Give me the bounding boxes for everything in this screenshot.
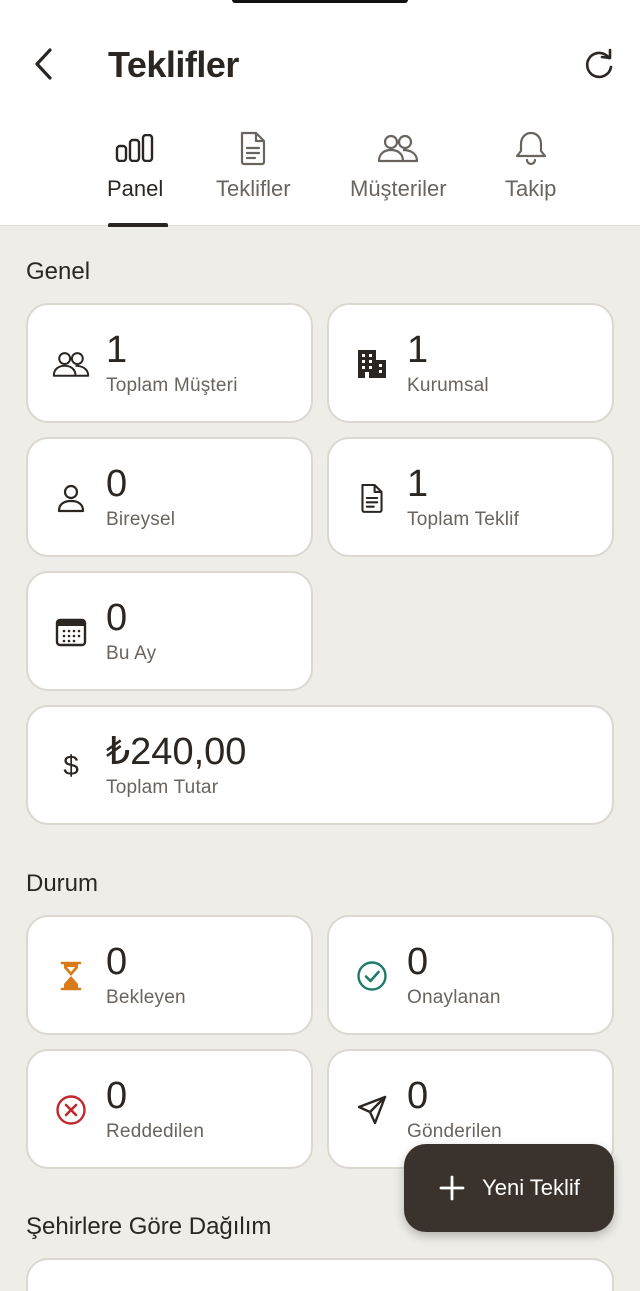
tab-takip[interactable]: Takip bbox=[505, 128, 556, 202]
document-icon bbox=[231, 128, 275, 168]
stat-value: 1 bbox=[106, 329, 128, 371]
stat-label: Onaylanan bbox=[407, 987, 501, 1008]
stat-card-bireysel[interactable]: 0 Bireysel bbox=[26, 437, 313, 557]
tab-teklifler-label: Teklifler bbox=[216, 176, 291, 201]
calendar-icon bbox=[50, 611, 92, 653]
bar-chart-icon bbox=[113, 128, 157, 168]
tab-panel-label: Panel bbox=[107, 176, 164, 201]
status-card-reddedilen[interactable]: 0 Reddedilen bbox=[26, 1049, 313, 1169]
tab-bar: Panel Teklifler Müşteriler Takip bbox=[0, 128, 640, 227]
section-title-genel: Genel bbox=[26, 258, 91, 285]
stat-label: Reddedilen bbox=[106, 1121, 205, 1142]
bell-icon bbox=[509, 128, 553, 168]
status-card-bekleyen[interactable]: 0 Bekleyen bbox=[26, 915, 313, 1035]
stat-value: ₺240,00 bbox=[106, 731, 247, 773]
new-offer-label: Yeni Teklif bbox=[482, 1175, 580, 1200]
stat-value: 0 bbox=[407, 941, 429, 983]
stat-card-toplam-musteri[interactable]: 1 Toplam Müşteri bbox=[26, 303, 313, 423]
send-icon bbox=[351, 1089, 393, 1131]
tab-takip-label: Takip bbox=[505, 176, 557, 201]
stat-card-toplam-teklif[interactable]: 1 Toplam Teklif bbox=[327, 437, 614, 557]
dollar-icon: $ bbox=[63, 750, 79, 781]
check-circle-icon bbox=[351, 955, 393, 997]
active-tab-indicator bbox=[108, 223, 168, 227]
stat-label: Kurumsal bbox=[407, 375, 489, 396]
users-icon bbox=[376, 128, 420, 168]
hourglass-icon bbox=[50, 955, 92, 997]
tab-musteriler-label: Müşteriler bbox=[350, 176, 447, 201]
chevron-left-icon bbox=[35, 48, 52, 80]
stat-label: Gönderilen bbox=[407, 1121, 502, 1142]
stat-label: Toplam Tutar bbox=[106, 777, 219, 798]
stat-value: 1 bbox=[407, 329, 429, 371]
stat-value: 1 bbox=[407, 463, 429, 505]
tab-musteriler[interactable]: Müşteriler bbox=[350, 128, 447, 202]
stat-label: Bu Ay bbox=[106, 643, 157, 664]
stat-label: Toplam Müşteri bbox=[106, 375, 238, 396]
app-header: Teklifler Panel Teklifler Müşteriler Tak… bbox=[0, 0, 640, 227]
section-title-durum: Durum bbox=[26, 870, 99, 897]
stat-value: 0 bbox=[106, 1075, 128, 1117]
tab-teklifler[interactable]: Teklifler bbox=[216, 128, 291, 202]
refresh-button[interactable] bbox=[578, 44, 620, 86]
refresh-icon bbox=[585, 48, 613, 79]
stat-card-toplam-tutar[interactable]: $ ₺240,00 Toplam Tutar bbox=[26, 705, 614, 825]
document-icon bbox=[351, 477, 393, 519]
city-distribution-card bbox=[26, 1258, 614, 1291]
status-card-onaylanan[interactable]: 0 Onaylanan bbox=[327, 915, 614, 1035]
stat-card-kurumsal[interactable]: 1 Kurumsal bbox=[327, 303, 614, 423]
users-icon bbox=[50, 343, 92, 385]
stat-value: 0 bbox=[106, 463, 128, 505]
tab-panel[interactable]: Panel bbox=[107, 128, 163, 202]
stat-label: Bekleyen bbox=[106, 987, 186, 1008]
plus-icon bbox=[439, 1175, 465, 1201]
x-circle-icon bbox=[50, 1089, 92, 1131]
new-offer-button[interactable]: Yeni Teklif bbox=[404, 1144, 614, 1232]
stat-value: 0 bbox=[106, 597, 128, 639]
device-notch bbox=[232, 0, 408, 3]
stat-card-bu-ay[interactable]: 0 Bu Ay bbox=[26, 571, 313, 691]
stat-value: 0 bbox=[407, 1075, 429, 1117]
user-icon bbox=[50, 477, 92, 519]
back-button[interactable] bbox=[24, 44, 64, 84]
page-title: Teklifler bbox=[108, 44, 239, 85]
stat-label: Bireysel bbox=[106, 509, 176, 530]
stat-value: 0 bbox=[106, 941, 128, 983]
section-title-cities: Şehirlere Göre Dağılım bbox=[26, 1213, 272, 1240]
stat-label: Toplam Teklif bbox=[407, 509, 520, 530]
building-icon bbox=[351, 343, 393, 385]
